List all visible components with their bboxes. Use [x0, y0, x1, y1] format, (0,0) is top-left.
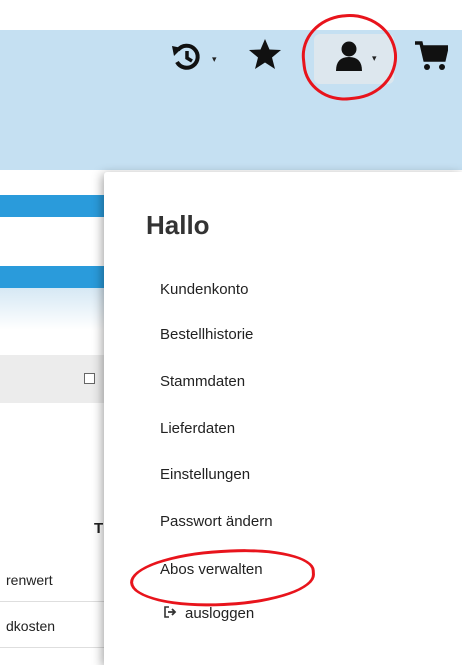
background-table-header: T — [94, 520, 104, 537]
background-grey-panel — [0, 355, 110, 403]
cart-button[interactable] — [414, 40, 450, 77]
logout-link[interactable]: ausloggen — [164, 605, 254, 622]
background-search-field[interactable] — [0, 220, 110, 266]
history-menu-button[interactable]: ▾ — [170, 42, 217, 77]
history-caret: ▾ — [212, 54, 217, 64]
cart-icon — [414, 40, 450, 77]
menu-item-kundenkonto[interactable]: Kundenkonto — [160, 281, 248, 298]
header-top-strip — [0, 0, 462, 30]
background-blue-bar-2 — [0, 266, 110, 288]
background-table-row: renwert — [0, 558, 110, 602]
sign-out-icon — [164, 606, 177, 621]
background-shadow — [0, 288, 110, 330]
favorites-menu-button[interactable] — [248, 38, 282, 75]
background-checkbox[interactable] — [84, 373, 95, 384]
greeting-heading: Hallo — [146, 210, 210, 240]
menu-item-passwort-aendern[interactable]: Passwort ändern — [160, 513, 273, 530]
background-table-row: dkosten — [0, 604, 110, 648]
menu-item-stammdaten[interactable]: Stammdaten — [160, 373, 245, 390]
background-blue-bar — [0, 195, 110, 217]
history-icon — [170, 42, 204, 77]
menu-item-lieferdaten[interactable]: Lieferdaten — [160, 420, 235, 437]
logout-label: ausloggen — [185, 605, 255, 622]
star-icon — [248, 38, 282, 75]
menu-item-bestellhistorie[interactable]: Bestellhistorie — [160, 326, 253, 343]
menu-item-einstellungen[interactable]: Einstellungen — [160, 466, 250, 483]
header-bar — [0, 0, 462, 170]
